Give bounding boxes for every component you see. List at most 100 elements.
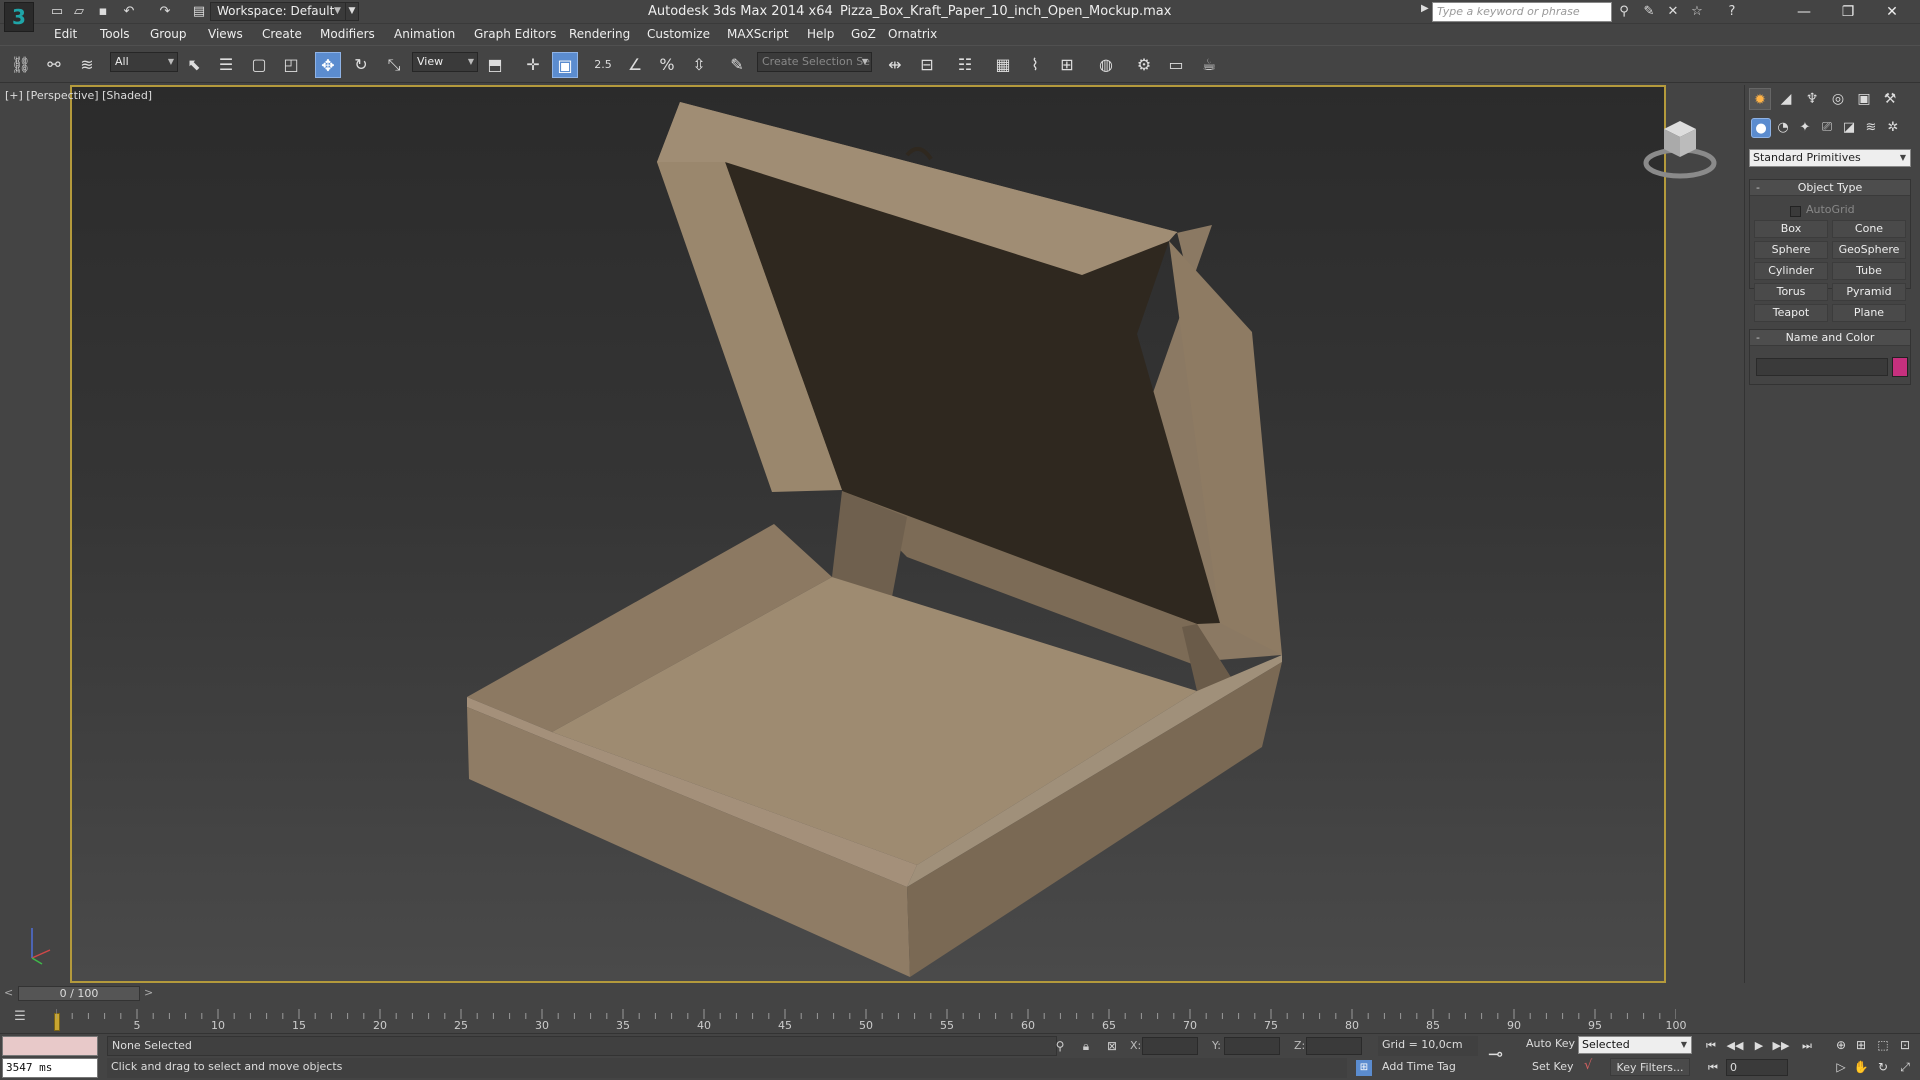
- utilities-tab-icon[interactable]: ⚒: [1879, 88, 1901, 110]
- autogrid-checkbox[interactable]: [1790, 206, 1801, 217]
- quick-access-dropdown[interactable]: ▼: [345, 2, 359, 21]
- binoculars-icon[interactable]: ⚲: [1615, 3, 1633, 21]
- link-icon[interactable]: ⛓: [8, 52, 34, 78]
- object-name-input[interactable]: [1756, 358, 1888, 376]
- display-tab-icon[interactable]: ▣: [1853, 88, 1875, 110]
- select-and-move-icon[interactable]: ✥: [315, 52, 341, 78]
- menu-graph-editors[interactable]: Graph Editors: [474, 27, 556, 41]
- spinner-snap-icon[interactable]: ⇳: [686, 52, 712, 78]
- time-slider-next[interactable]: >: [144, 986, 153, 999]
- restore-button[interactable]: ❐: [1826, 0, 1870, 24]
- subscription-icon[interactable]: ✎: [1640, 3, 1658, 21]
- previous-frame-icon[interactable]: ◀◀: [1726, 1038, 1744, 1054]
- hierarchy-tab-icon[interactable]: ♆: [1801, 88, 1823, 110]
- rendered-frame-window-icon[interactable]: ▭: [1163, 52, 1189, 78]
- select-and-rotate-icon[interactable]: ↻: [348, 52, 374, 78]
- window-crossing-icon[interactable]: ◰: [278, 52, 304, 78]
- menu-group[interactable]: Group: [150, 27, 187, 41]
- go-to-end-icon[interactable]: ⏭: [1798, 1038, 1816, 1054]
- key-icon[interactable]: ⊸: [1488, 1044, 1503, 1065]
- teapot-button[interactable]: Teapot: [1754, 304, 1828, 322]
- menu-maxscript[interactable]: MAXScript: [727, 27, 789, 41]
- isolate-selection-icon[interactable]: ⚲: [1052, 1038, 1068, 1054]
- key-mode-toggle-icon[interactable]: ⏮: [1704, 1060, 1722, 1076]
- menu-edit[interactable]: Edit: [54, 27, 77, 41]
- menu-tools[interactable]: Tools: [100, 27, 130, 41]
- motion-tab-icon[interactable]: ◎: [1827, 88, 1849, 110]
- minimize-button[interactable]: —: [1782, 0, 1826, 24]
- menu-customize[interactable]: Customize: [647, 27, 710, 41]
- angle-snap-icon[interactable]: ∠: [622, 52, 648, 78]
- schematic-view-icon[interactable]: ⊞: [1054, 52, 1080, 78]
- key-mode-dropdown[interactable]: Selected ▼: [1578, 1036, 1692, 1054]
- close-button[interactable]: ✕: [1870, 0, 1914, 24]
- absolute-mode-icon[interactable]: ⊠: [1104, 1038, 1120, 1054]
- rectangular-selection-icon[interactable]: ▢: [246, 52, 272, 78]
- create-tab-icon[interactable]: ✹: [1749, 88, 1771, 110]
- menu-ornatrix[interactable]: Ornatrix: [888, 27, 937, 41]
- save-file-icon[interactable]: ▪: [94, 3, 112, 21]
- y-coordinate-field[interactable]: [1224, 1037, 1280, 1055]
- keyboard-shortcut-override-icon[interactable]: ▣: [552, 52, 578, 78]
- modify-tab-icon[interactable]: ◢: [1775, 88, 1797, 110]
- select-by-name-icon[interactable]: ☰: [213, 52, 239, 78]
- pan-icon[interactable]: ✋: [1852, 1058, 1870, 1076]
- menu-help[interactable]: Help: [807, 27, 834, 41]
- curve-editor-icon[interactable]: ⌇: [1022, 52, 1048, 78]
- favorites-icon[interactable]: ☆: [1688, 3, 1706, 21]
- maximize-viewport-icon[interactable]: ⤢: [1896, 1058, 1914, 1076]
- box-button[interactable]: Box: [1754, 220, 1828, 238]
- workspace-dropdown[interactable]: Workspace: Default: [210, 2, 350, 21]
- key-filters-button[interactable]: Key Filters...: [1610, 1058, 1690, 1076]
- percent-snap-icon[interactable]: %: [654, 52, 680, 78]
- time-slider[interactable]: < 0 / 100 >: [0, 985, 1744, 1003]
- redo-icon[interactable]: ↷: [156, 3, 174, 21]
- systems-icon[interactable]: ✲: [1883, 118, 1903, 138]
- perspective-viewport[interactable]: [70, 85, 1666, 983]
- menu-views[interactable]: Views: [208, 27, 243, 41]
- lights-icon[interactable]: ✦: [1795, 118, 1815, 138]
- graphite-ribbon-icon[interactable]: ▦: [990, 52, 1016, 78]
- new-file-icon[interactable]: ▭: [48, 3, 66, 21]
- menu-create[interactable]: Create: [262, 27, 302, 41]
- geosphere-button[interactable]: GeoSphere: [1832, 241, 1906, 259]
- help-icon[interactable]: ?: [1723, 3, 1741, 21]
- pizza-box-model[interactable]: [72, 87, 1666, 983]
- viewcube[interactable]: [1642, 115, 1722, 185]
- menu-goz[interactable]: GoZ: [851, 27, 876, 41]
- field-of-view-icon[interactable]: ▷: [1832, 1058, 1850, 1076]
- app-logo[interactable]: 3: [4, 2, 34, 32]
- cameras-icon[interactable]: ⎚: [1817, 118, 1837, 138]
- auto-key-button[interactable]: Auto Key: [1526, 1037, 1575, 1050]
- go-to-start-icon[interactable]: ⏮: [1702, 1038, 1720, 1054]
- zoom-extents-icon[interactable]: ⬚: [1874, 1036, 1892, 1054]
- search-expand-icon[interactable]: ▶: [1421, 3, 1429, 14]
- render-setup-icon[interactable]: ⚙: [1131, 52, 1157, 78]
- unlink-icon[interactable]: ⚯: [41, 52, 67, 78]
- open-file-icon[interactable]: ▱: [70, 3, 88, 21]
- menu-modifiers[interactable]: Modifiers: [320, 27, 375, 41]
- plane-button[interactable]: Plane: [1832, 304, 1906, 322]
- orbit-icon[interactable]: ↻: [1874, 1058, 1892, 1076]
- set-key-button[interactable]: Set Key: [1532, 1060, 1574, 1073]
- zoom-extents-all-icon[interactable]: ⊡: [1896, 1036, 1914, 1054]
- select-and-scale-icon[interactable]: ⤡: [381, 52, 407, 78]
- pivot-center-icon[interactable]: ⬒: [482, 52, 508, 78]
- search-input[interactable]: Type a keyword or phrase: [1432, 2, 1612, 22]
- time-slider-thumb[interactable]: 0 / 100: [18, 986, 140, 1001]
- current-frame-field[interactable]: 0: [1726, 1059, 1788, 1076]
- manipulate-icon[interactable]: ✛: [520, 52, 546, 78]
- helpers-icon[interactable]: ◪: [1839, 118, 1859, 138]
- named-selection-set-dropdown[interactable]: Create Selection Se ▼: [757, 52, 872, 72]
- add-time-tag[interactable]: Add Time Tag: [1382, 1060, 1456, 1073]
- sphere-button[interactable]: Sphere: [1754, 241, 1828, 259]
- mini-curve-editor-icon[interactable]: ☰: [10, 1009, 30, 1027]
- zoom-icon[interactable]: ⊕: [1832, 1036, 1850, 1054]
- zoom-all-icon[interactable]: ⊞: [1852, 1036, 1870, 1054]
- shapes-icon[interactable]: ◔: [1773, 118, 1793, 138]
- snaps-toggle-icon[interactable]: 2.5: [590, 52, 616, 78]
- reference-coordinate-dropdown[interactable]: View ▼: [412, 52, 478, 72]
- object-type-header[interactable]: - Object Type: [1750, 180, 1910, 196]
- menu-animation[interactable]: Animation: [394, 27, 455, 41]
- object-color-swatch[interactable]: [1892, 357, 1908, 377]
